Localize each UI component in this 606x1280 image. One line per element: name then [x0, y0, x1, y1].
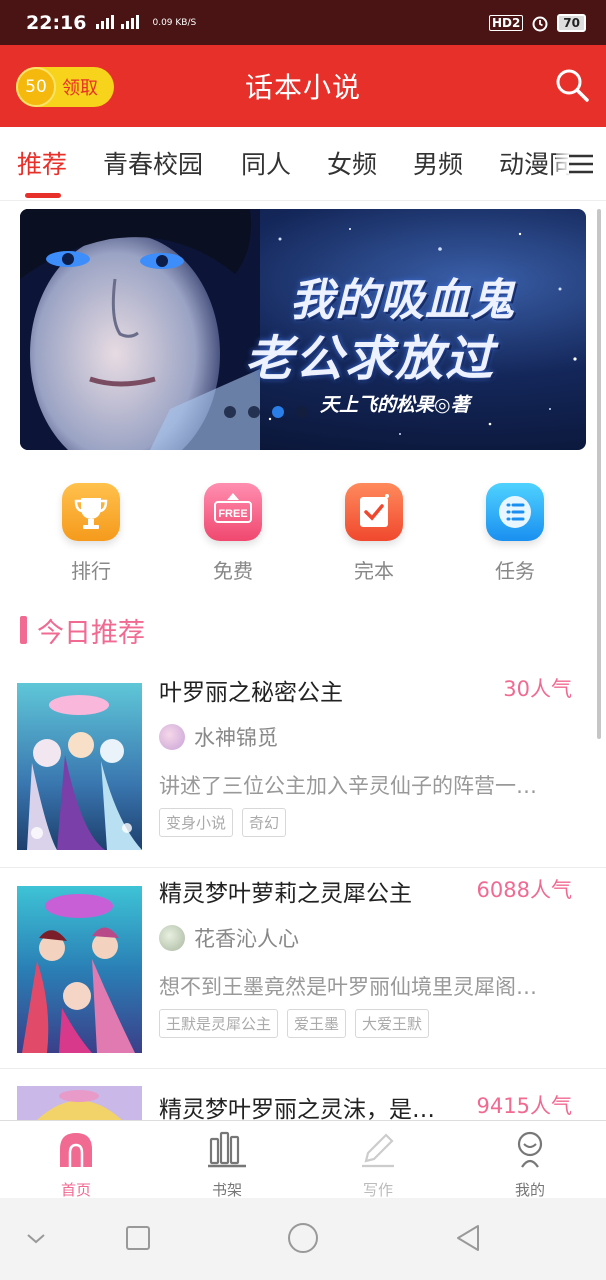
book-description: 想不到王墨竟然是叶罗丽仙境里灵犀阁…: [159, 975, 537, 999]
banner-pagination: [224, 406, 308, 418]
coin-icon: 50: [16, 67, 56, 107]
banner-title-line2: 老公求放过: [245, 331, 496, 387]
bottom-navigation: 首页 书架 写作 我的: [0, 1120, 606, 1200]
book-title: 叶罗丽之秘密公主: [159, 680, 343, 706]
claim-coins-button[interactable]: 50 领取: [16, 67, 114, 107]
book-item[interactable]: 叶罗丽之秘密公主 30人气 水神锦觅 讲述了三位公主加入辛灵仙子的阵营一… 变身…: [0, 668, 606, 868]
tab-male[interactable]: 男频: [413, 145, 463, 181]
quick-link-completed[interactable]: 完本: [334, 483, 414, 584]
network-speed: 0.09 KB/S: [152, 17, 197, 28]
author-avatar: [159, 724, 185, 750]
pagination-dot[interactable]: [224, 406, 236, 418]
alarm-icon: [532, 16, 548, 31]
book-title: 精灵梦叶萝莉之灵犀公主: [159, 881, 412, 907]
author-name: 水神锦觅: [194, 726, 278, 750]
trophy-icon: [62, 483, 120, 541]
book-tags: 变身小说 奇幻: [159, 808, 287, 837]
quick-link-free[interactable]: FREE 免费: [193, 483, 273, 584]
home-button-icon[interactable]: [283, 1218, 323, 1258]
quick-link-ranking[interactable]: 排行: [51, 483, 131, 584]
author-avatar: [159, 925, 185, 951]
nav-home[interactable]: 首页: [26, 1129, 126, 1200]
section-title: 今日推荐: [37, 617, 145, 649]
profile-icon: [517, 1131, 543, 1168]
book-tag[interactable]: 大爱王默: [355, 1009, 430, 1038]
app-header: 50 领取 话本小说: [0, 45, 606, 127]
book-tag[interactable]: 奇幻: [242, 808, 287, 837]
book-cover-image[interactable]: [17, 886, 142, 1053]
pagination-dot[interactable]: [248, 406, 260, 418]
author-row: 花香沁人心: [159, 923, 299, 953]
free-tag-icon: FREE: [204, 483, 262, 541]
active-tab-indicator: [25, 193, 61, 198]
search-icon: [556, 69, 589, 102]
claim-label: 领取: [62, 78, 98, 99]
quick-link-label: 任务: [495, 559, 535, 583]
completed-check-icon: [345, 483, 403, 541]
status-right: HD2 70: [488, 13, 586, 32]
network-indicator: [94, 12, 144, 33]
book-popularity: 6088人气: [476, 878, 572, 902]
pen-icon: [362, 1133, 394, 1168]
nav-label: 我的: [514, 1181, 545, 1199]
book-item[interactable]: 精灵梦叶罗丽之灵沫，是… 9415人气: [0, 1070, 606, 1120]
quick-link-label: 排行: [71, 559, 111, 583]
author-row: 水神锦觅: [159, 722, 278, 752]
search-button[interactable]: [554, 67, 590, 103]
book-cover-image[interactable]: [17, 683, 142, 850]
tab-female[interactable]: 女频: [327, 145, 377, 181]
scrollbar[interactable]: [597, 209, 601, 739]
status-bar: 22:16 0.09 KB/S HD2 70: [0, 0, 606, 45]
tab-fanfic[interactable]: 同人: [241, 145, 291, 181]
system-navigation-bar: [0, 1198, 606, 1280]
quick-link-tasks[interactable]: 任务: [475, 483, 555, 584]
book-tag[interactable]: 爱王墨: [287, 1009, 347, 1038]
app-title: 话本小说: [244, 71, 361, 104]
book-popularity: 30人气: [503, 677, 572, 701]
book-title: 精灵梦叶罗丽之灵沫，是…: [159, 1097, 435, 1120]
category-tabs: 推荐 青春校园 同人 女频 男频 动漫同: [0, 127, 606, 201]
nav-bookshelf[interactable]: 书架: [177, 1129, 277, 1200]
free-icon-text: FREE: [218, 508, 247, 520]
signal-icon: [96, 15, 140, 29]
book-tags: 王默是灵犀公主 爱王墨 大爱王默: [159, 1009, 430, 1038]
tab-menu-button[interactable]: [556, 127, 606, 200]
book-item[interactable]: 精灵梦叶萝莉之灵犀公主 6088人气 花香沁人心 想不到王墨竟然是叶罗丽仙境里灵…: [0, 869, 606, 1069]
home-icon: [60, 1133, 92, 1167]
chevron-down-icon[interactable]: [16, 1218, 56, 1258]
recent-apps-icon[interactable]: [118, 1218, 158, 1258]
author-name: 花香沁人心: [194, 927, 299, 951]
tab-youth-campus[interactable]: 青春校园: [103, 145, 203, 181]
book-tag[interactable]: 变身小说: [159, 808, 234, 837]
coin-amount: 50: [25, 77, 47, 97]
book-popularity: 9415人气: [476, 1094, 572, 1118]
book-cover-image[interactable]: [17, 1086, 142, 1120]
section-header: 今日推荐: [20, 612, 145, 649]
featured-banner[interactable]: 我的吸血鬼 老公求放过 天上飞的松果◎著: [20, 209, 586, 450]
nav-profile[interactable]: 我的: [480, 1129, 580, 1200]
tab-recommend[interactable]: 推荐: [17, 145, 67, 181]
menu-icon: [569, 154, 593, 173]
hd-badge: HD2: [488, 14, 524, 31]
nav-label: 书架: [211, 1181, 242, 1199]
nav-label: 首页: [60, 1181, 91, 1199]
quick-link-label: 完本: [354, 559, 394, 583]
status-time: 22:16: [26, 11, 87, 34]
banner-author: 天上飞的松果◎著: [320, 394, 470, 416]
quick-link-label: 免费: [213, 559, 253, 583]
pagination-dot-active[interactable]: [272, 406, 284, 418]
battery-indicator: 70: [557, 13, 586, 32]
nav-write[interactable]: 写作: [328, 1129, 428, 1200]
back-icon[interactable]: [448, 1218, 488, 1258]
section-accent-bar: [20, 616, 27, 644]
book-description: 讲述了三位公主加入辛灵仙子的阵营一…: [159, 774, 537, 798]
task-list-icon: [486, 483, 544, 541]
pagination-dot[interactable]: [296, 406, 308, 418]
nav-label: 写作: [362, 1181, 393, 1199]
book-tag[interactable]: 王默是灵犀公主: [159, 1009, 279, 1038]
bookshelf-icon: [208, 1131, 246, 1168]
